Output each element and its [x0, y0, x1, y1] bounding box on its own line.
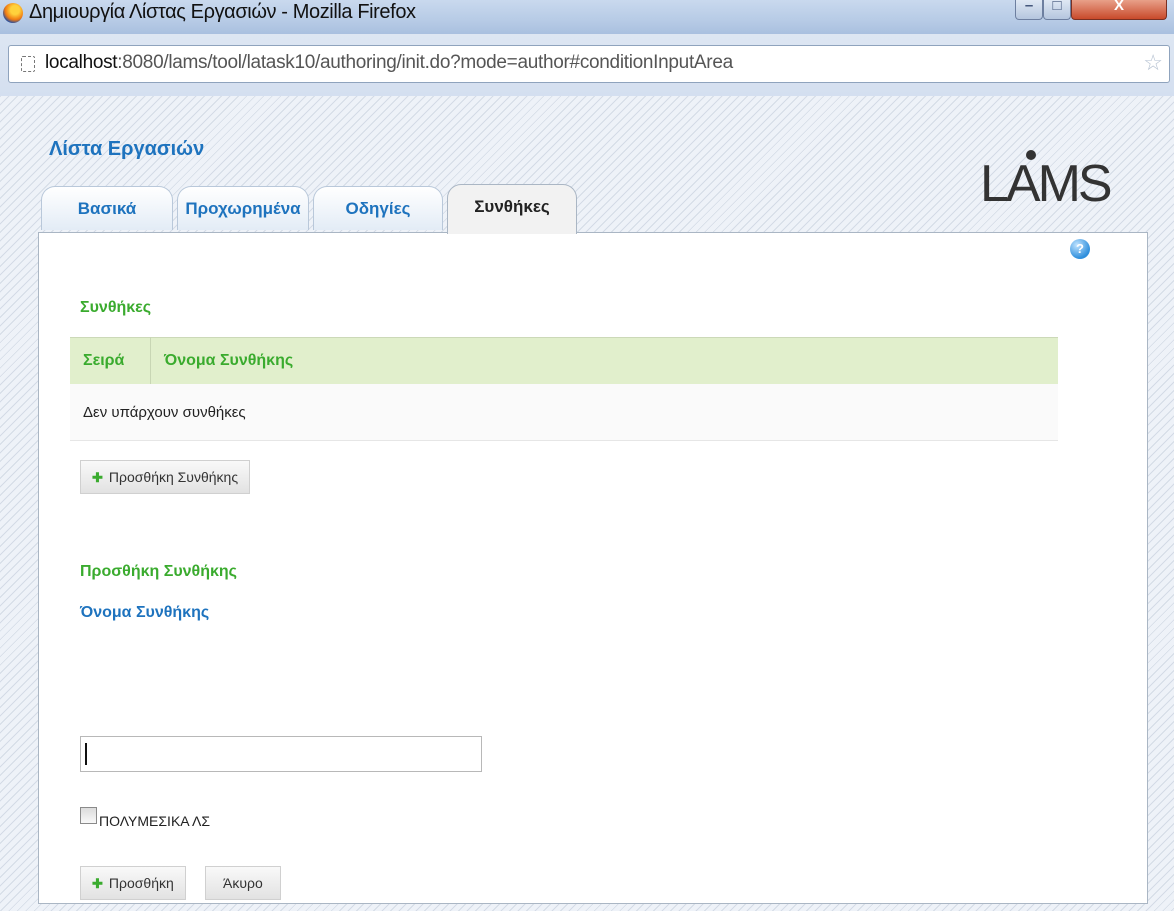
- add-condition-heading: Προσθήκη Συνθήκης: [80, 563, 237, 580]
- window-title: Δημιουργία Λίστας Εργασιών - Mozilla Fir…: [29, 1, 416, 23]
- condition-name-input[interactable]: [80, 736, 482, 772]
- add-condition-label: Προσθήκη Συνθήκης: [108, 469, 239, 485]
- cancel-button[interactable]: Άκυρο: [205, 866, 281, 900]
- page-content: Λίστα Εργασιών LAMS Βασικά Προχωρημένα Ο…: [0, 96, 1174, 911]
- table-header-row: Σειρά Όνομα Συνθήκης: [70, 337, 1058, 384]
- task-checkbox-label: ΠΟΛΥΜΕΣΙΚΑ ΛΣ: [99, 813, 210, 829]
- close-window-button[interactable]: X: [1071, 0, 1167, 20]
- conditions-heading: Συνθήκες: [80, 299, 152, 316]
- tab-advanced[interactable]: Προχωρημένα: [177, 186, 309, 230]
- condition-name-label: Όνομα Συνθήκης: [80, 604, 210, 621]
- column-header-condition-name: Όνομα Συνθήκης: [150, 337, 1058, 384]
- logo-dot: [1026, 150, 1036, 160]
- task-checkbox[interactable]: [80, 807, 97, 824]
- navigation-toolbar: localhost:8080/lams/tool/latask10/author…: [0, 34, 1174, 96]
- tab-basic[interactable]: Βασικά: [41, 186, 173, 230]
- minimize-button[interactable]: –: [1015, 0, 1043, 20]
- submit-condition-button[interactable]: ✚ Προσθήκη: [80, 866, 186, 900]
- text-caret: [85, 743, 87, 765]
- tool-title: Λίστα Εργασιών: [49, 138, 205, 160]
- help-icon[interactable]: ?: [1070, 239, 1090, 259]
- table-row: Δεν υπάρχουν συνθήκες: [70, 384, 1058, 441]
- url-host: localhost: [45, 52, 118, 73]
- conditions-panel: ? Συνθήκες Σειρά Όνομα Συνθήκης Δεν υπάρ…: [38, 232, 1148, 904]
- add-condition-button[interactable]: ✚ Προσθήκη Συνθήκης: [80, 460, 251, 494]
- empty-conditions-message: Δεν υπάρχουν συνθήκες: [70, 384, 1058, 441]
- window-titlebar: Δημιουργία Λίστας Εργασιών - Mozilla Fir…: [0, 0, 1174, 34]
- firefox-icon: [3, 3, 23, 23]
- page-icon: [21, 56, 35, 72]
- tab-conditions[interactable]: Συνθήκες: [447, 184, 577, 234]
- lams-logo: LAMS: [980, 150, 1113, 214]
- tab-instructions[interactable]: Οδηγίες: [313, 186, 443, 230]
- url-path: :8080/lams/tool/latask10/authoring/init.…: [117, 52, 733, 73]
- maximize-button[interactable]: □: [1043, 0, 1071, 20]
- lams-logo-text: LAMS: [980, 155, 1113, 213]
- plus-icon: ✚: [92, 470, 103, 485]
- bookmark-star-icon[interactable]: ☆: [1143, 50, 1163, 76]
- submit-condition-label: Προσθήκη: [108, 875, 174, 891]
- column-header-order: Σειρά: [70, 337, 151, 384]
- plus-icon: ✚: [92, 876, 103, 891]
- address-bar[interactable]: localhost:8080/lams/tool/latask10/author…: [8, 45, 1170, 83]
- url-text[interactable]: localhost:8080/lams/tool/latask10/author…: [45, 52, 733, 74]
- conditions-table: Σειρά Όνομα Συνθήκης Δεν υπάρχουν συνθήκ…: [70, 337, 1058, 441]
